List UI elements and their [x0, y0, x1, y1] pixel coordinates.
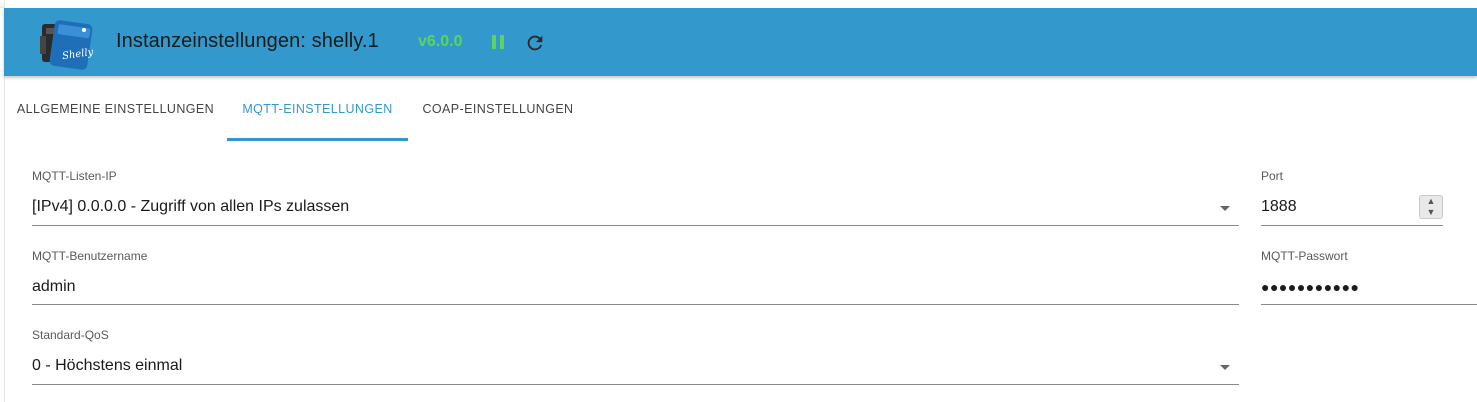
pause-icon[interactable]	[488, 32, 508, 52]
tab-general-settings[interactable]: ALLGEMEINE EINSTELLUNGEN	[4, 76, 227, 142]
listen-ip-underline	[32, 225, 1239, 226]
page-title: Instanzeinstellungen: shelly.1	[116, 30, 379, 52]
port-input[interactable]: 1888	[1261, 198, 1297, 216]
password-input[interactable]: ●●●●●●●●●●●	[1261, 279, 1360, 295]
active-tab-indicator	[227, 138, 408, 141]
qos-select[interactable]: 0 - Höchstens einmal	[32, 357, 1212, 375]
username-input[interactable]: admin	[32, 278, 1212, 296]
listen-ip-select[interactable]: [IPv4] 0.0.0.0 - Zugriff von allen IPs z…	[32, 198, 1212, 216]
listen-ip-dropdown-icon[interactable]	[1220, 206, 1230, 211]
reload-icon[interactable]	[524, 32, 546, 54]
password-underline	[1261, 304, 1477, 305]
username-underline	[32, 304, 1239, 305]
port-label: Port	[1261, 169, 1284, 183]
instance-header: Shelly Instanzeinstellungen: shelly.1 v6…	[4, 8, 1477, 76]
username-label: MQTT-Benutzername	[32, 249, 148, 263]
version-badge: v6.0.0	[418, 33, 463, 50]
port-underline	[1261, 225, 1443, 226]
password-label: MQTT-Passwort	[1261, 249, 1348, 263]
qos-label: Standard-QoS	[32, 328, 109, 342]
port-stepper[interactable]: ▲ ▼	[1419, 195, 1443, 219]
chevron-up-icon[interactable]: ▲	[1420, 196, 1442, 207]
tab-coap-settings[interactable]: COAP-EINSTELLUNGEN	[408, 76, 588, 142]
qos-underline	[32, 384, 1239, 385]
qos-dropdown-icon[interactable]	[1220, 365, 1230, 370]
shelly-logo-icon: Shelly	[40, 20, 94, 70]
listen-ip-label: MQTT-Listen-IP	[32, 169, 117, 183]
chevron-down-icon[interactable]: ▼	[1420, 207, 1442, 218]
tab-mqtt-settings[interactable]: MQTT-EINSTELLUNGEN	[227, 76, 408, 142]
tab-bar: ALLGEMEINE EINSTELLUNGEN MQTT-EINSTELLUN…	[4, 76, 1477, 142]
